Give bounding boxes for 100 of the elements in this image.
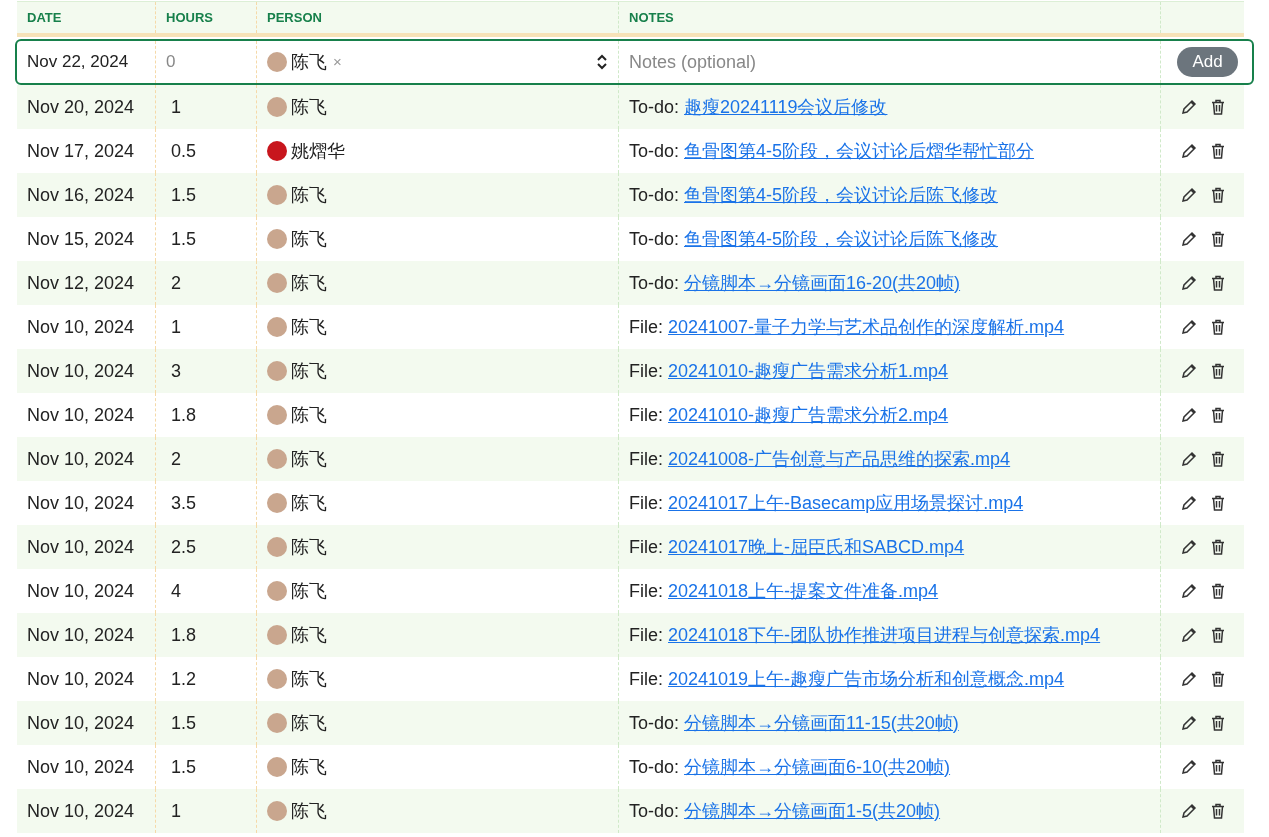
note-label: To-do:	[629, 755, 680, 779]
person-name: 陈飞	[291, 359, 327, 383]
person-name: 陈飞	[291, 183, 327, 207]
hours-cell-text: 1	[171, 799, 181, 823]
person-name: 陈飞	[291, 667, 327, 691]
trash-icon[interactable]	[1210, 407, 1225, 423]
person-name: 陈飞	[291, 50, 327, 74]
note-label: To-do:	[629, 183, 680, 207]
note-link[interactable]: 鱼骨图第4-5阶段，会议讨论后熠华帮忙部分	[684, 137, 1035, 165]
edit-icon[interactable]	[1180, 627, 1197, 643]
hours-cell-text: 2	[171, 271, 181, 295]
edit-icon[interactable]	[1180, 583, 1197, 599]
date-cell-text: Nov 10, 2024	[27, 667, 135, 691]
date-cell-text: Nov 10, 2024	[27, 315, 135, 339]
note-link[interactable]: 鱼骨图第4-5阶段，会议讨论后陈飞修改	[684, 181, 999, 209]
edit-icon[interactable]	[1180, 671, 1197, 687]
person-name: 陈飞	[291, 579, 327, 603]
select-arrows-icon[interactable]	[596, 54, 608, 70]
person-name: 陈飞	[291, 271, 327, 295]
date-cell-text: Nov 10, 2024	[27, 403, 135, 427]
edit-icon[interactable]	[1180, 319, 1197, 335]
trash-icon[interactable]	[1210, 275, 1225, 291]
person-name: 陈飞	[291, 403, 327, 427]
note-link[interactable]: 分镜脚本→分镜画面11-15(共20帧)	[684, 709, 959, 737]
edit-icon[interactable]	[1180, 407, 1197, 423]
date-cell-text: Nov 10, 2024	[27, 579, 135, 603]
person-name: 陈飞	[291, 447, 327, 471]
trash-icon[interactable]	[1210, 759, 1225, 775]
note-label: To-do:	[629, 139, 680, 163]
trash-icon[interactable]	[1210, 627, 1225, 643]
note-link[interactable]: 20241008-广告创意与产品思维的探索.mp4	[668, 445, 1011, 473]
edit-icon[interactable]	[1180, 715, 1197, 731]
person-name: 陈飞	[291, 315, 327, 339]
edit-icon[interactable]	[1180, 363, 1197, 379]
note-label: To-do:	[629, 271, 680, 295]
note-label: To-do:	[629, 95, 680, 119]
note-link[interactable]: 20241018上午-提案文件准备.mp4	[668, 577, 939, 605]
date-field[interactable]: Nov 22, 2024	[27, 49, 129, 75]
date-cell-text: Nov 12, 2024	[27, 271, 135, 295]
column-header: DATE	[27, 8, 62, 27]
date-cell-text: Nov 10, 2024	[27, 799, 135, 823]
trash-icon[interactable]	[1210, 99, 1225, 115]
trash-icon[interactable]	[1210, 319, 1225, 335]
trash-icon[interactable]	[1210, 671, 1225, 687]
note-link[interactable]: 20241010-趣瘦广告需求分析1.mp4	[668, 357, 949, 385]
edit-icon[interactable]	[1180, 759, 1197, 775]
add-button[interactable]: Add	[1177, 47, 1238, 77]
person-name: 陈飞	[291, 535, 327, 559]
trash-icon[interactable]	[1210, 363, 1225, 379]
date-cell-text: Nov 15, 2024	[27, 227, 135, 251]
trash-icon[interactable]	[1210, 583, 1225, 599]
hours-cell-text: 4	[171, 579, 181, 603]
edit-icon[interactable]	[1180, 803, 1197, 819]
edit-icon[interactable]	[1180, 187, 1197, 203]
trash-icon[interactable]	[1210, 539, 1225, 555]
note-link[interactable]: 20241018下午-团队协作推进项目进程与创意探索.mp4	[668, 621, 1101, 649]
edit-icon[interactable]	[1180, 451, 1197, 467]
note-link[interactable]: 20241010-趣瘦广告需求分析2.mp4	[668, 401, 949, 429]
person-name: 姚熠华	[291, 139, 345, 163]
edit-icon[interactable]	[1180, 231, 1197, 247]
hours-cell-text: 1	[171, 315, 181, 339]
hours-cell-text: 0.5	[171, 139, 197, 163]
notes-field[interactable]: Notes (optional)	[629, 48, 1150, 76]
note-link[interactable]: 鱼骨图第4-5阶段，会议讨论后陈飞修改	[684, 225, 999, 253]
column-header: HOURS	[166, 8, 213, 27]
note-label: File:	[629, 535, 663, 559]
note-label: File:	[629, 447, 663, 471]
edit-icon[interactable]	[1180, 143, 1197, 159]
date-cell-text: Nov 10, 2024	[27, 447, 135, 471]
note-link[interactable]: 分镜脚本→分镜画面1-5(共20帧)	[684, 797, 941, 825]
edit-icon[interactable]	[1180, 495, 1197, 511]
hours-cell-text: 1.5	[171, 183, 197, 207]
trash-icon[interactable]	[1210, 715, 1225, 731]
edit-icon[interactable]	[1180, 539, 1197, 555]
date-cell-text: Nov 10, 2024	[27, 755, 135, 779]
edit-icon[interactable]	[1180, 99, 1197, 115]
edit-icon[interactable]	[1180, 275, 1197, 291]
note-link[interactable]: 分镜脚本→分镜画面16-20(共20帧)	[684, 269, 961, 297]
date-cell-text: Nov 16, 2024	[27, 183, 135, 207]
trash-icon[interactable]	[1210, 495, 1225, 511]
trash-icon[interactable]	[1210, 143, 1225, 159]
column-header: PERSON	[267, 8, 322, 27]
note-link[interactable]: 20241019上午-趣瘦广告市场分析和创意概念.mp4	[668, 665, 1065, 693]
date-cell-text: Nov 17, 2024	[27, 139, 135, 163]
remove-person-button[interactable]: ×	[333, 50, 342, 74]
trash-icon[interactable]	[1210, 803, 1225, 819]
note-label: File:	[629, 315, 663, 339]
note-link[interactable]: 趣瘦20241119会议后修改	[684, 93, 888, 121]
note-link[interactable]: 20241007-量子力学与艺术品创作的深度解析.mp4	[668, 313, 1065, 341]
note-link[interactable]: 20241017晚上-屈臣氏和SABCD.mp4	[668, 533, 965, 561]
note-link[interactable]: 分镜脚本→分镜画面6-10(共20帧)	[684, 753, 951, 781]
hours-cell-text: 1.5	[171, 755, 197, 779]
date-cell-text: Nov 10, 2024	[27, 623, 135, 647]
trash-icon[interactable]	[1210, 231, 1225, 247]
hours-cell-text: 1.5	[171, 227, 197, 251]
note-link[interactable]: 20241017上午-Basecamp应用场景探讨.mp4	[668, 489, 1024, 517]
trash-icon[interactable]	[1210, 187, 1225, 203]
hours-field[interactable]: 0	[166, 49, 176, 75]
trash-icon[interactable]	[1210, 451, 1225, 467]
hours-cell-text: 2.5	[171, 535, 197, 559]
